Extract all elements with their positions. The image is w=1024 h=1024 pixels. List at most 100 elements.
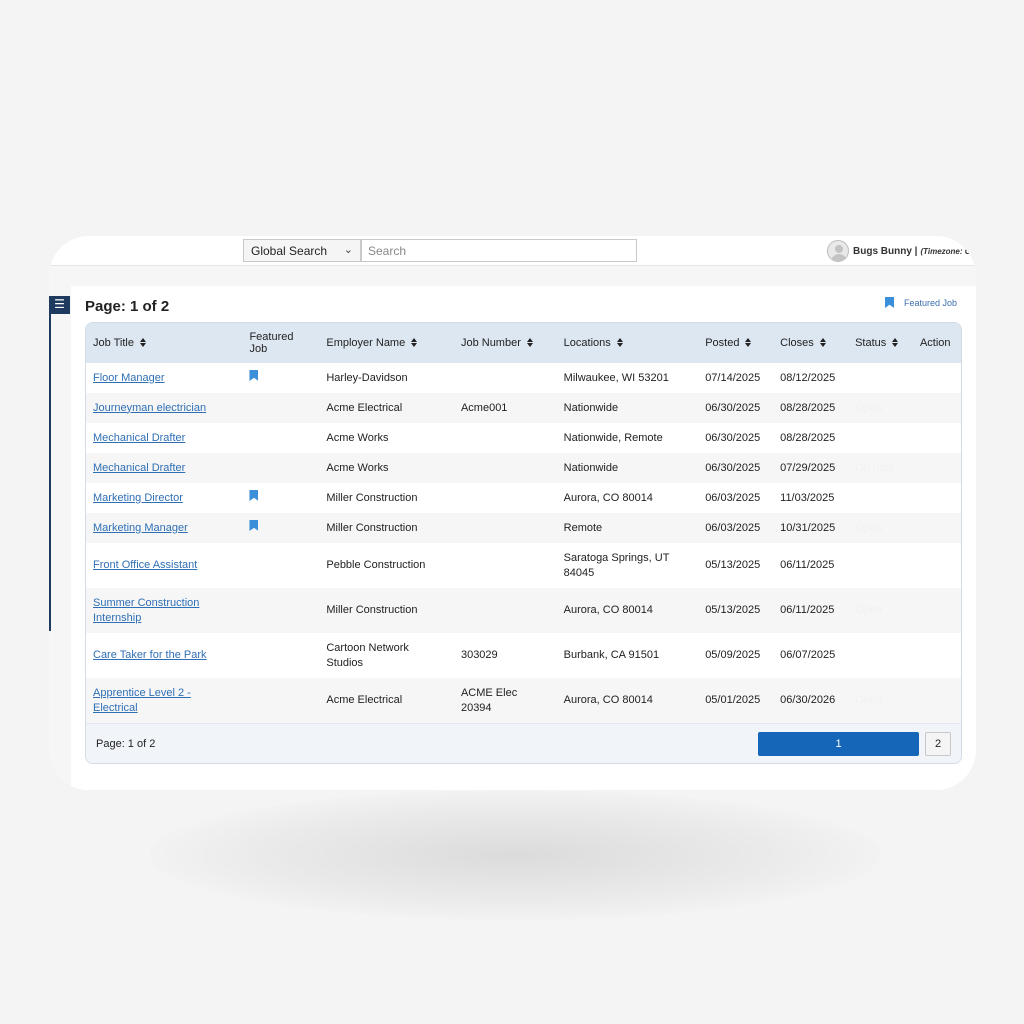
job-number-cell <box>454 363 557 393</box>
action-cell <box>913 393 961 423</box>
status-cell <box>848 423 913 453</box>
user-name: Bugs Bunny | <box>853 245 918 257</box>
posted-date: 06/03/2025 <box>705 521 761 534</box>
location: Saratoga Springs, UT 84045 <box>563 551 670 579</box>
status-text: Open <box>855 401 883 414</box>
location-cell: Milwaukee, WI 53201 <box>557 363 699 393</box>
sort-icon[interactable] <box>411 338 418 347</box>
location-cell: Saratoga Springs, UT 84045 <box>557 543 699 588</box>
search-scope-select[interactable]: Global Search ⌄ <box>243 239 361 262</box>
location-cell: Nationwide <box>557 393 699 423</box>
column-header-label: Employer Name <box>326 337 406 349</box>
job-title-link[interactable]: Mechanical Drafter <box>93 432 185 444</box>
action-cell <box>913 513 961 543</box>
employer-name: Pebble Construction <box>326 559 426 571</box>
job-title-link[interactable]: Care Taker for the Park <box>93 649 207 661</box>
status-cell: Open <box>848 393 913 423</box>
sort-icon[interactable] <box>617 338 624 347</box>
column-header-closes[interactable]: Closes <box>773 323 848 363</box>
job-title-cell: Summer Construction Internship <box>86 588 242 633</box>
employer-cell: Harley-Davidson <box>319 363 454 393</box>
posted-date: 06/30/2025 <box>705 461 761 474</box>
location-cell: Aurora, CO 80014 <box>557 588 699 633</box>
column-header-label: Posted <box>705 337 740 349</box>
job-title-link[interactable]: Summer Construction Internship <box>93 597 199 624</box>
posted-date: 06/30/2025 <box>705 401 761 414</box>
search-input[interactable] <box>361 239 637 262</box>
job-title-cell: Marketing Director <box>86 483 242 513</box>
table-body: Floor Manager Harley-Davidson Milwaukee, W… <box>86 363 961 723</box>
job-title-link[interactable]: Journeyman electrician <box>93 402 206 414</box>
posted-date: 06/03/2025 <box>705 491 761 504</box>
closes-date: 06/07/2025 <box>780 649 836 661</box>
closes-cell: 06/11/2025 <box>773 588 848 633</box>
job-number-cell <box>454 543 557 588</box>
status-text: Open <box>855 521 883 534</box>
featured-cell <box>242 633 319 678</box>
job-title-link[interactable]: Floor Manager <box>93 372 165 384</box>
column-header-job-number[interactable]: Job Number <box>454 323 557 363</box>
table-row: Mechanical Drafter Acme Works Nationwide 06… <box>86 453 961 483</box>
job-number: ACME Elec 20394 <box>460 686 518 714</box>
job-title-link[interactable]: Mechanical Drafter <box>93 462 185 474</box>
employer-cell: Acme Works <box>319 423 454 453</box>
action-cell <box>913 453 961 483</box>
page-button-1[interactable]: 1 <box>758 732 919 756</box>
sort-icon[interactable] <box>820 338 827 347</box>
employer-name: Acme Works <box>326 461 389 474</box>
employer-cell: Acme Works <box>319 453 454 483</box>
page-button-2[interactable]: 2 <box>925 732 951 756</box>
pagination-page-text: Page: 1 of 2 <box>96 738 156 750</box>
employer-cell: Acme Electrical <box>319 393 454 423</box>
employer-name: Acme Electrical <box>326 401 403 414</box>
sort-icon[interactable] <box>140 338 147 347</box>
job-title-link[interactable]: Apprentice Level 2 - Electrical <box>93 687 191 714</box>
featured-cell <box>242 513 319 543</box>
status-text: On hold <box>855 461 894 474</box>
user-menu[interactable]: Bugs Bunny | (Timezone: C <box>827 239 971 263</box>
featured-cell <box>242 393 319 423</box>
job-title-link[interactable]: Marketing Director <box>93 492 183 504</box>
job-title-cell: Front Office Assistant <box>86 543 242 588</box>
job-title-link[interactable]: Marketing Manager <box>93 522 188 534</box>
featured-cell <box>242 678 319 723</box>
posted-cell: 05/13/2025 <box>698 588 773 633</box>
employer-name: Cartoon Network Studios <box>326 641 409 669</box>
column-header-label: Featured Job <box>249 331 294 355</box>
featured-cell <box>242 483 319 513</box>
job-title-cell: Journeyman electrician <box>86 393 242 423</box>
sort-icon[interactable] <box>892 338 899 347</box>
sort-icon[interactable] <box>745 338 752 347</box>
status-cell: Open <box>848 513 913 543</box>
job-title-link[interactable]: Front Office Assistant <box>93 559 197 571</box>
app-window: Global Search ⌄ Bugs Bunny | (Timezone: … <box>49 236 976 790</box>
status-cell <box>848 543 913 588</box>
column-header-locations[interactable]: Locations <box>557 323 699 363</box>
card-shadow <box>150 790 880 920</box>
location: Nationwide <box>563 401 619 414</box>
location-cell: Aurora, CO 80014 <box>557 483 699 513</box>
location: Milwaukee, WI 53201 <box>563 371 669 384</box>
location-cell: Nationwide, Remote <box>557 423 699 453</box>
location-cell: Nationwide <box>557 453 699 483</box>
posted-cell: 06/03/2025 <box>698 513 773 543</box>
column-header-action: Action <box>913 323 961 363</box>
job-title-cell: Floor Manager <box>86 363 242 393</box>
table-row: Marketing Manager Miller Construction Remo… <box>86 513 961 543</box>
avatar <box>827 240 849 262</box>
column-header-status[interactable]: Status <box>848 323 913 363</box>
column-header-employer-name[interactable]: Employer Name <box>319 323 454 363</box>
hamburger-menu-icon[interactable]: ☰ <box>49 296 70 314</box>
column-header-label: Job Number <box>460 337 521 349</box>
closes-date: 08/28/2025 <box>780 401 836 414</box>
job-number-cell <box>454 453 557 483</box>
job-number-cell <box>454 588 557 633</box>
closes-cell: 08/28/2025 <box>773 423 848 453</box>
table-row: Journeyman electrician Acme Electrical Acm… <box>86 393 961 423</box>
posted-cell: 05/09/2025 <box>698 633 773 678</box>
job-title-cell: Care Taker for the Park <box>86 633 242 678</box>
sort-icon[interactable] <box>527 338 534 347</box>
column-header-posted[interactable]: Posted <box>698 323 773 363</box>
table-row: Floor Manager Harley-Davidson Milwaukee, W… <box>86 363 961 393</box>
column-header-job-title[interactable]: Job Title <box>86 323 242 363</box>
